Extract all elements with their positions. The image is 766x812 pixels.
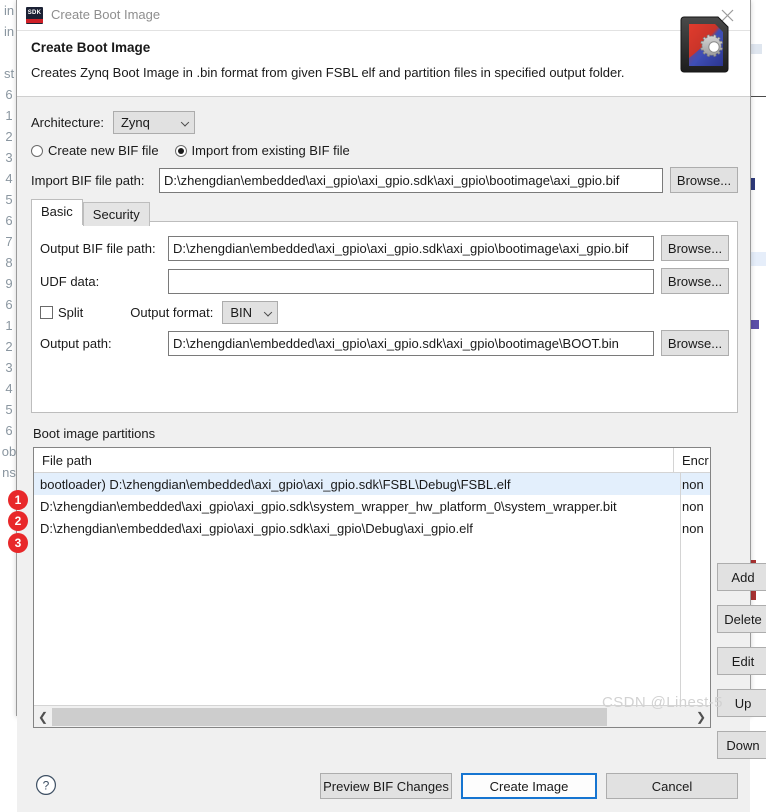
cell-file-path: bootloader) D:\zhengdian\embedded\axi_gp… <box>40 476 511 492</box>
output-format-select[interactable]: BIN <box>222 301 279 324</box>
output-path-row: Output path: D:\zhengdian\embedded\axi_g… <box>40 330 729 356</box>
help-circle-icon[interactable]: ? <box>35 774 57 796</box>
delete-button[interactable]: Delete <box>717 605 766 633</box>
dialog-title: Create Boot Image <box>51 7 161 22</box>
tab-basic[interactable]: Basic <box>31 199 83 225</box>
tab-security[interactable]: Security <box>82 202 150 226</box>
output-path-browse-button[interactable]: Browse... <box>661 330 729 356</box>
column-header-encrypted[interactable]: Encr <box>674 448 710 473</box>
udf-data-row: UDF data: Browse... <box>40 268 729 294</box>
svg-text:?: ? <box>43 779 50 793</box>
annotation-badge-2: 2 <box>8 511 28 531</box>
split-format-row: Split Output format: BIN <box>40 301 279 324</box>
architecture-label: Architecture: <box>31 115 104 130</box>
udf-data-label: UDF data: <box>40 273 100 289</box>
dialog-titlebar: SDK Create Boot Image <box>17 0 750 31</box>
architecture-row: Architecture: Zynq <box>31 111 195 134</box>
cell-file-path: D:\zhengdian\embedded\axi_gpio\axi_gpio.… <box>40 520 473 536</box>
radio-icon <box>31 144 43 157</box>
partitions-table: File path Encr bootloader) D:\zhengdian\… <box>33 447 711 728</box>
import-bif-row: Import BIF file path: D:\zhengdian\embed… <box>31 167 738 193</box>
cancel-button[interactable]: Cancel <box>606 773 738 799</box>
output-format-value: BIN <box>230 305 253 320</box>
table-row[interactable]: D:\zhengdian\embedded\axi_gpio\axi_gpio.… <box>34 495 710 517</box>
output-format-label: Output format: <box>130 305 214 320</box>
radio-import-existing-bif[interactable]: Import from existing BIF file <box>174 143 350 158</box>
chevron-down-icon <box>264 307 273 317</box>
page-description: Creates Zynq Boot Image in .bin format f… <box>31 65 625 80</box>
table-header: File path Encr <box>34 447 710 473</box>
add-button[interactable]: Add <box>717 563 766 591</box>
chevron-left-icon[interactable]: ❮ <box>34 707 52 727</box>
up-button[interactable]: Up <box>717 689 766 717</box>
udf-data-input[interactable] <box>168 268 654 294</box>
down-button[interactable]: Down <box>717 731 766 759</box>
radio-import-existing-bif-label: Import from existing BIF file <box>191 143 350 158</box>
basic-tab-panel: Output BIF file path: D:\zhengdian\embed… <box>31 221 738 413</box>
scrollbar-track[interactable] <box>52 706 692 727</box>
chevron-down-icon <box>180 117 190 127</box>
annotation-badge-3: 3 <box>8 533 28 553</box>
output-bif-input[interactable]: D:\zhengdian\embedded\axi_gpio\axi_gpio.… <box>168 235 654 261</box>
import-bif-browse-button[interactable]: Browse... <box>670 167 738 193</box>
table-row[interactable]: D:\zhengdian\embedded\axi_gpio\axi_gpio.… <box>34 517 710 539</box>
output-bif-label: Output BIF file path: <box>40 240 156 256</box>
partition-actions: Add Delete Edit Up Down <box>717 563 766 773</box>
import-bif-label: Import BIF file path: <box>31 172 145 188</box>
output-bif-row: Output BIF file path: D:\zhengdian\embed… <box>40 235 729 261</box>
udf-data-browse-button[interactable]: Browse... <box>661 268 729 294</box>
page-title: Create Boot Image <box>31 40 151 55</box>
edit-button[interactable]: Edit <box>717 647 766 675</box>
watermark: CSDN @Linest-5 <box>602 694 723 711</box>
output-bif-browse-button[interactable]: Browse... <box>661 235 729 261</box>
sdk-icon: SDK <box>26 7 43 24</box>
create-image-button[interactable]: Create Image <box>461 773 597 799</box>
import-bif-input[interactable]: D:\zhengdian\embedded\axi_gpio\axi_gpio.… <box>159 167 663 193</box>
annotation-badge-1: 1 <box>8 490 28 510</box>
column-divider <box>680 473 681 704</box>
preview-bif-changes-button[interactable]: Preview BIF Changes <box>320 773 452 799</box>
output-path-input[interactable]: D:\zhengdian\embedded\axi_gpio\axi_gpio.… <box>168 330 654 356</box>
table-row[interactable]: bootloader) D:\zhengdian\embedded\axi_gp… <box>34 473 710 495</box>
bif-mode-radio-group: Create new BIF file Import from existing… <box>31 143 366 158</box>
split-label: Split <box>58 305 84 320</box>
sd-card-gear-icon <box>680 16 729 73</box>
create-boot-image-dialog: SDK Create Boot Image Create Boot Image … <box>16 0 766 812</box>
column-header-file-path[interactable]: File path <box>34 447 674 473</box>
radio-icon-checked <box>174 144 187 157</box>
output-path-label: Output path: <box>40 335 112 351</box>
dialog-header: Create Boot Image Creates Zynq Boot Imag… <box>17 16 750 97</box>
split-checkbox[interactable] <box>40 306 53 319</box>
tab-bar: Basic Security <box>31 199 150 226</box>
partitions-section-label: Boot image partitions <box>33 426 156 441</box>
cell-file-path: D:\zhengdian\embedded\axi_gpio\axi_gpio.… <box>40 498 617 514</box>
architecture-value: Zynq <box>120 115 150 130</box>
radio-create-new-bif[interactable]: Create new BIF file <box>31 143 159 158</box>
scrollbar-thumb[interactable] <box>52 707 607 726</box>
table-rows: bootloader) D:\zhengdian\embedded\axi_gp… <box>34 473 710 704</box>
dialog-footer-buttons: Preview BIF Changes Create Image Cancel <box>311 773 738 799</box>
architecture-select[interactable]: Zynq <box>112 111 195 134</box>
radio-create-new-bif-label: Create new BIF file <box>48 143 159 158</box>
